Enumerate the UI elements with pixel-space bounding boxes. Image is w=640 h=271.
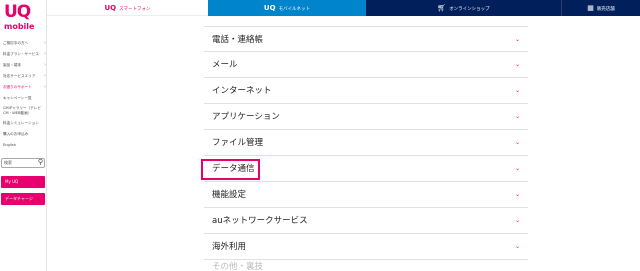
sidebar: UQ mobile ご検討中の方へ › 料金プラン・サービス › 製品・端末 › 対応… (0, 0, 47, 271)
chevron-down-icon: ⌄ (514, 36, 520, 43)
tab-store[interactable]: ▦ 販売店舗 (561, 0, 640, 16)
sidebar-item-label: 料金プラン・サービス (3, 52, 39, 56)
sidebar-item-devices[interactable]: 製品・端末 › (3, 60, 47, 71)
accordion-item-internet[interactable]: インターネット ⌄ (204, 78, 528, 104)
tab-label: 販売店舗 (596, 7, 615, 12)
chevron-down-icon: ⌄ (514, 139, 520, 146)
logo-uq-text: UQ (4, 2, 31, 22)
chevron-right-icon: › (44, 73, 46, 79)
data-charge-button[interactable]: データチャージ (1, 193, 45, 205)
sidebar-item-purchase[interactable]: 購入のお申込み (3, 129, 47, 140)
chevron-down-icon: ⌄ (514, 87, 520, 94)
uq-mobile-logo[interactable]: UQ mobile (4, 4, 44, 34)
highlight-box (201, 159, 260, 180)
sidebar-item-simulation[interactable]: 料金シミュレーション (3, 118, 47, 129)
sidebar-item-label: 対応サービスエリア (3, 74, 36, 78)
search-input[interactable]: 検索 ⚲ (1, 158, 45, 168)
sidebar-item-label: CMギャラリー（テレビCM・WEB動画） (3, 106, 41, 115)
accordion-item-settings[interactable]: 機能設定 ⌄ (204, 182, 528, 208)
cart-icon: 🛒︎ (437, 4, 447, 12)
accordion-item-phone[interactable]: 電話・連絡帳 ⌄ (204, 26, 528, 52)
search-icon[interactable]: ⚲ (38, 158, 43, 166)
top-nav: UQ スマートフォン UQ モバイルネット 🛒︎ オンラインショップ ▦ 販売店舗 (47, 0, 640, 16)
sidebar-item-prospective[interactable]: ご検討中の方へ › (3, 38, 47, 49)
accordion-item-application[interactable]: アプリケーション ⌄ (204, 104, 528, 130)
accordion-item-overseas[interactable]: 海外利用 ⌄ (204, 234, 528, 260)
accordion-label: 海外利用 (212, 242, 247, 252)
tab-label: スマートフォン (119, 7, 151, 12)
logo-mobile-text: mobile (4, 22, 35, 31)
accordion-item-au-network[interactable]: auネットワークサービス ⌄ (204, 208, 528, 234)
sidebar-item-label: 購入のお申込み (3, 132, 29, 136)
sidebar-item-english[interactable]: English (3, 140, 47, 151)
tab-wimax[interactable]: UQ モバイルネット (208, 0, 366, 16)
accordion-label: インターネット (212, 86, 272, 96)
accordion-label: ファイル管理 (212, 138, 264, 148)
tab-online-shop[interactable]: 🛒︎ オンラインショップ (366, 0, 561, 16)
sidebar-item-support[interactable]: お困りのサポート › (3, 82, 47, 93)
myuq-button[interactable]: My UQ (1, 176, 45, 188)
uq-mini-logo: UQ (263, 4, 276, 12)
sidebar-item-label: ご検討中の方へ (3, 41, 29, 45)
accordion-item-cutoff[interactable]: その他・裏技 (212, 263, 263, 271)
sidebar-menu: ご検討中の方へ › 料金プラン・サービス › 製品・端末 › 対応サービスエリア › お… (3, 38, 47, 151)
chevron-right-icon: › (44, 62, 46, 68)
accordion-label: auネットワークサービス (212, 216, 308, 226)
chevron-right-icon: › (44, 51, 46, 57)
sidebar-item-plans[interactable]: 料金プラン・サービス › (3, 49, 47, 60)
accordion-item-file[interactable]: ファイル管理 ⌄ (204, 130, 528, 156)
sidebar-item-label: お困りのサポート (3, 85, 32, 89)
tab-smartphone[interactable]: UQ スマートフォン (47, 0, 208, 16)
tab-label: オンラインショップ (449, 7, 490, 12)
uq-mini-logo: UQ (104, 4, 117, 12)
chevron-down-icon: ⌄ (514, 61, 520, 68)
sidebar-item-label: キャンペーン一覧 (3, 96, 32, 100)
chevron-down-icon: ⌄ (514, 165, 520, 172)
data-charge-label: データチャージ (5, 196, 33, 201)
chevron-down-icon: ⌄ (514, 217, 520, 224)
sidebar-item-cm-gallery[interactable]: CMギャラリー（テレビCM・WEB動画） (3, 104, 47, 118)
accordion-label: 機能設定 (212, 190, 247, 200)
sidebar-item-campaigns[interactable]: キャンペーン一覧 (3, 93, 47, 104)
support-category-list: 電話・連絡帳 ⌄ メール ⌄ インターネット ⌄ アプリケーション ⌄ ファイル管理 ⌄ … (204, 26, 528, 260)
sidebar-item-area[interactable]: 対応サービスエリア › (3, 71, 47, 82)
accordion-label: メール (212, 60, 238, 70)
chevron-down-icon: ⌄ (514, 243, 520, 250)
accordion-item-mail[interactable]: メール ⌄ (204, 52, 528, 78)
sidebar-item-label: 料金シミュレーション (3, 121, 39, 125)
myuq-label: My UQ (5, 179, 19, 184)
chevron-down-icon: ⌄ (514, 191, 520, 198)
accordion-label: 電話・連絡帳 (212, 35, 264, 45)
chevron-down-icon: ⌄ (514, 113, 520, 120)
search-placeholder: 検索 (4, 160, 12, 165)
tab-label: モバイルネット (278, 7, 311, 12)
sidebar-item-label: English (3, 143, 16, 147)
chevron-right-icon: › (44, 84, 46, 90)
sidebar-item-label: 製品・端末 (3, 63, 21, 67)
chevron-right-icon: › (44, 40, 46, 46)
accordion-label: アプリケーション (212, 112, 280, 122)
store-icon: ▦ (587, 4, 594, 12)
